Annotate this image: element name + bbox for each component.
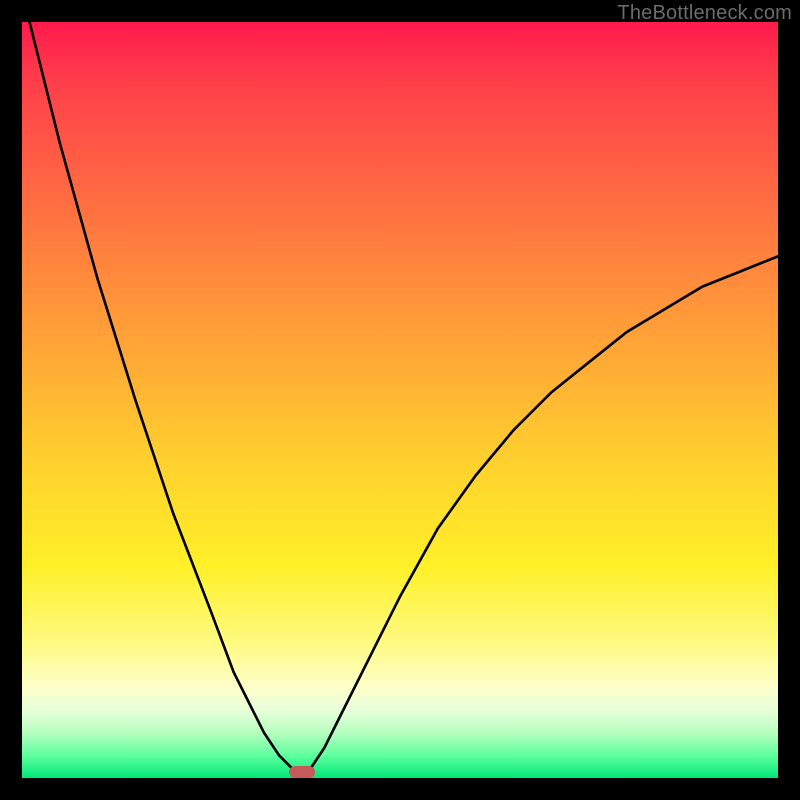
curve-right-branch [302,256,778,778]
plot-area [22,22,778,778]
minimum-marker [289,766,315,778]
curve-left-branch [30,22,302,778]
watermark-text: TheBottleneck.com [617,2,792,25]
chart-frame: TheBottleneck.com [0,0,800,800]
bottleneck-curve [22,22,778,778]
